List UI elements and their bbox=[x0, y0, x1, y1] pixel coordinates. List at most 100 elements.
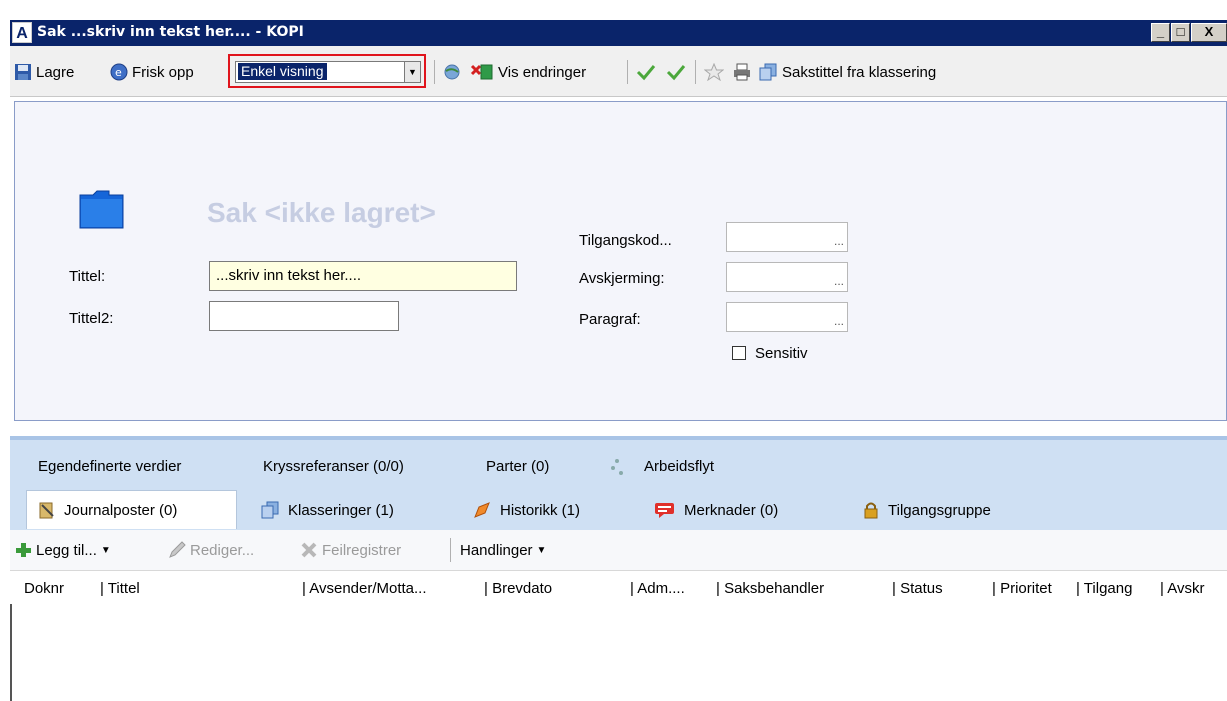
related-tabs-area: Egendefinerte verdier Kryssreferanser (0… bbox=[10, 436, 1227, 531]
star-icon bbox=[704, 63, 724, 81]
globe-icon bbox=[444, 64, 460, 80]
toolbar-separator bbox=[434, 60, 435, 84]
actions-menu-button[interactable]: Handlinger ▼ bbox=[460, 537, 546, 563]
refresh-label: Frisk opp bbox=[132, 63, 194, 81]
x-icon bbox=[301, 542, 317, 558]
refresh-icon: e bbox=[110, 63, 128, 81]
lookup-button[interactable]: ... bbox=[834, 274, 844, 288]
view-select-value: Enkel visning bbox=[238, 63, 327, 80]
add-button[interactable]: Legg til... ▼ bbox=[14, 537, 111, 563]
svg-text:e: e bbox=[115, 66, 122, 79]
column-header-tilgang[interactable]: | Tilgang bbox=[1076, 580, 1132, 597]
tilgangskode-label: Tilgangskod... bbox=[579, 232, 672, 249]
refresh-button[interactable]: e Frisk opp bbox=[110, 59, 194, 85]
tab-merknader[interactable]: Merknader (0) bbox=[654, 494, 778, 526]
column-header-avskr[interactable]: | Avskr bbox=[1160, 580, 1204, 597]
tab-journalposter-label: Journalposter (0) bbox=[64, 501, 178, 519]
main-toolbar: Lagre e Frisk opp Enkel visning ▼ Vis en… bbox=[10, 46, 1227, 97]
comment-icon bbox=[655, 503, 674, 518]
globe-button[interactable] bbox=[442, 59, 462, 85]
tab-tilgangsgruppe-label: Tilgangsgruppe bbox=[888, 501, 991, 519]
chevron-down-icon[interactable]: ▼ bbox=[101, 545, 111, 556]
column-header-status[interactable]: | Status bbox=[892, 580, 943, 597]
paragraf-label: Paragraf: bbox=[579, 311, 641, 328]
paragraf-lookup[interactable]: ... bbox=[726, 302, 848, 332]
window-title: Sak ...skriv inn tekst her.... - KOPI bbox=[37, 24, 304, 40]
tab-tilgangsgruppe[interactable]: Tilgangsgruppe bbox=[862, 494, 991, 526]
edit-label: Rediger... bbox=[190, 541, 255, 559]
tittel2-input[interactable] bbox=[209, 301, 399, 331]
sensitiv-checkbox[interactable] bbox=[732, 346, 746, 360]
error-register-label: Feilregistrer bbox=[322, 541, 402, 559]
checkmark-icon bbox=[636, 65, 656, 81]
show-changes-label: Vis endringer bbox=[498, 63, 587, 81]
toolbar-separator bbox=[695, 60, 696, 84]
chevron-down-icon: ▼ bbox=[536, 544, 547, 556]
avskjerming-label: Avskjerming: bbox=[579, 270, 665, 287]
save-button[interactable]: Lagre bbox=[14, 59, 74, 85]
minimize-button[interactable]: _ bbox=[1151, 23, 1170, 42]
tittel-input[interactable]: ...skriv inn tekst her.... bbox=[209, 261, 517, 291]
tilgangskode-lookup[interactable]: ... bbox=[726, 222, 848, 252]
lookup-button[interactable]: ... bbox=[834, 314, 844, 328]
case-form-panel: Sak <ikke lagret> Tittel: ...skriv inn t… bbox=[14, 101, 1227, 421]
show-changes-button[interactable]: Vis endringer bbox=[470, 59, 586, 85]
column-header-prioritet[interactable]: | Prioritet bbox=[992, 580, 1052, 597]
tab-historikk[interactable]: Historikk (1) bbox=[472, 494, 580, 526]
case-title: Sak <ikke lagret> bbox=[207, 197, 436, 228]
print-button[interactable] bbox=[732, 59, 752, 85]
avskjerming-lookup[interactable]: ... bbox=[726, 262, 848, 292]
maximize-button[interactable]: □ bbox=[1171, 23, 1190, 42]
lookup-button[interactable]: ... bbox=[834, 234, 844, 248]
tab-merknader-label: Merknader (0) bbox=[684, 501, 779, 519]
tittel-input-value: ...skriv inn tekst her.... bbox=[216, 267, 362, 284]
tab-arbeidsflyt[interactable]: Arbeidsflyt bbox=[644, 458, 714, 475]
copy-pages-icon bbox=[261, 501, 279, 519]
case-title-from-classification-label: Sakstittel fra klassering bbox=[782, 63, 937, 81]
save-label: Lagre bbox=[36, 63, 75, 81]
sensitiv-label: Sensitiv bbox=[755, 345, 808, 362]
window-titlebar[interactable]: A Sak ...skriv inn tekst her.... - KOPI … bbox=[10, 20, 1227, 46]
favorite-button[interactable] bbox=[704, 59, 724, 85]
tab-parter[interactable]: Parter (0) bbox=[486, 458, 549, 475]
copy-pages-icon bbox=[759, 63, 777, 81]
history-pencil-icon bbox=[474, 502, 490, 518]
folder-icon bbox=[79, 190, 124, 229]
app-icon: A bbox=[12, 22, 32, 43]
close-button[interactable]: X bbox=[1191, 23, 1227, 42]
column-header-avsender[interactable]: | Avsender/Motta... bbox=[302, 580, 427, 597]
column-header-adm[interactable]: | Adm.... bbox=[630, 580, 685, 597]
edit-button[interactable]: Rediger... bbox=[168, 537, 254, 563]
tab-kryssreferanser[interactable]: Kryssreferanser (0/0) bbox=[263, 458, 404, 475]
case-title-from-classification-button[interactable]: Sakstittel fra klassering bbox=[758, 59, 936, 85]
add-label: Legg til... bbox=[36, 541, 97, 559]
compare-changes-icon bbox=[470, 64, 493, 80]
column-header-doknr[interactable]: Doknr bbox=[24, 580, 64, 597]
journal-icon bbox=[39, 502, 54, 519]
chevron-down-icon[interactable]: ▼ bbox=[404, 62, 420, 82]
column-header-saksbehandler[interactable]: | Saksbehandler bbox=[716, 580, 824, 597]
tittel-label: Tittel: bbox=[69, 268, 106, 285]
column-header-brevdato[interactable]: | Brevdato bbox=[484, 580, 552, 597]
actions-label: Handlinger bbox=[460, 541, 533, 559]
printer-icon bbox=[734, 63, 750, 81]
view-select[interactable]: Enkel visning ▼ bbox=[235, 61, 421, 83]
tab-klasseringer-label: Klasseringer (1) bbox=[288, 501, 394, 519]
journal-list[interactable] bbox=[10, 604, 1227, 701]
tab-journalposter-content[interactable]: Journalposter (0) bbox=[38, 494, 177, 526]
approve-button[interactable] bbox=[636, 59, 656, 85]
error-register-button[interactable]: Feilregistrer bbox=[300, 537, 401, 563]
pencil-icon bbox=[169, 541, 186, 558]
view-select-highlight: Enkel visning ▼ bbox=[228, 54, 426, 88]
toolbar-separator bbox=[450, 538, 451, 562]
tab-klasseringer[interactable]: Klasseringer (1) bbox=[260, 494, 394, 526]
workflow-icon bbox=[611, 459, 623, 475]
column-header-row: Doknr | Tittel | Avsender/Motta... | Bre… bbox=[10, 574, 1227, 604]
tittel2-label: Tittel2: bbox=[69, 310, 114, 327]
tab-egendefinerte-verdier[interactable]: Egendefinerte verdier bbox=[38, 458, 181, 475]
list-toolbar: Legg til... ▼ Rediger... Feilregistrer H… bbox=[10, 530, 1227, 571]
checkmark-icon bbox=[666, 65, 686, 81]
tab-historikk-label: Historikk (1) bbox=[500, 501, 581, 519]
approve-all-button[interactable] bbox=[666, 59, 686, 85]
column-header-tittel[interactable]: | Tittel bbox=[100, 580, 140, 597]
